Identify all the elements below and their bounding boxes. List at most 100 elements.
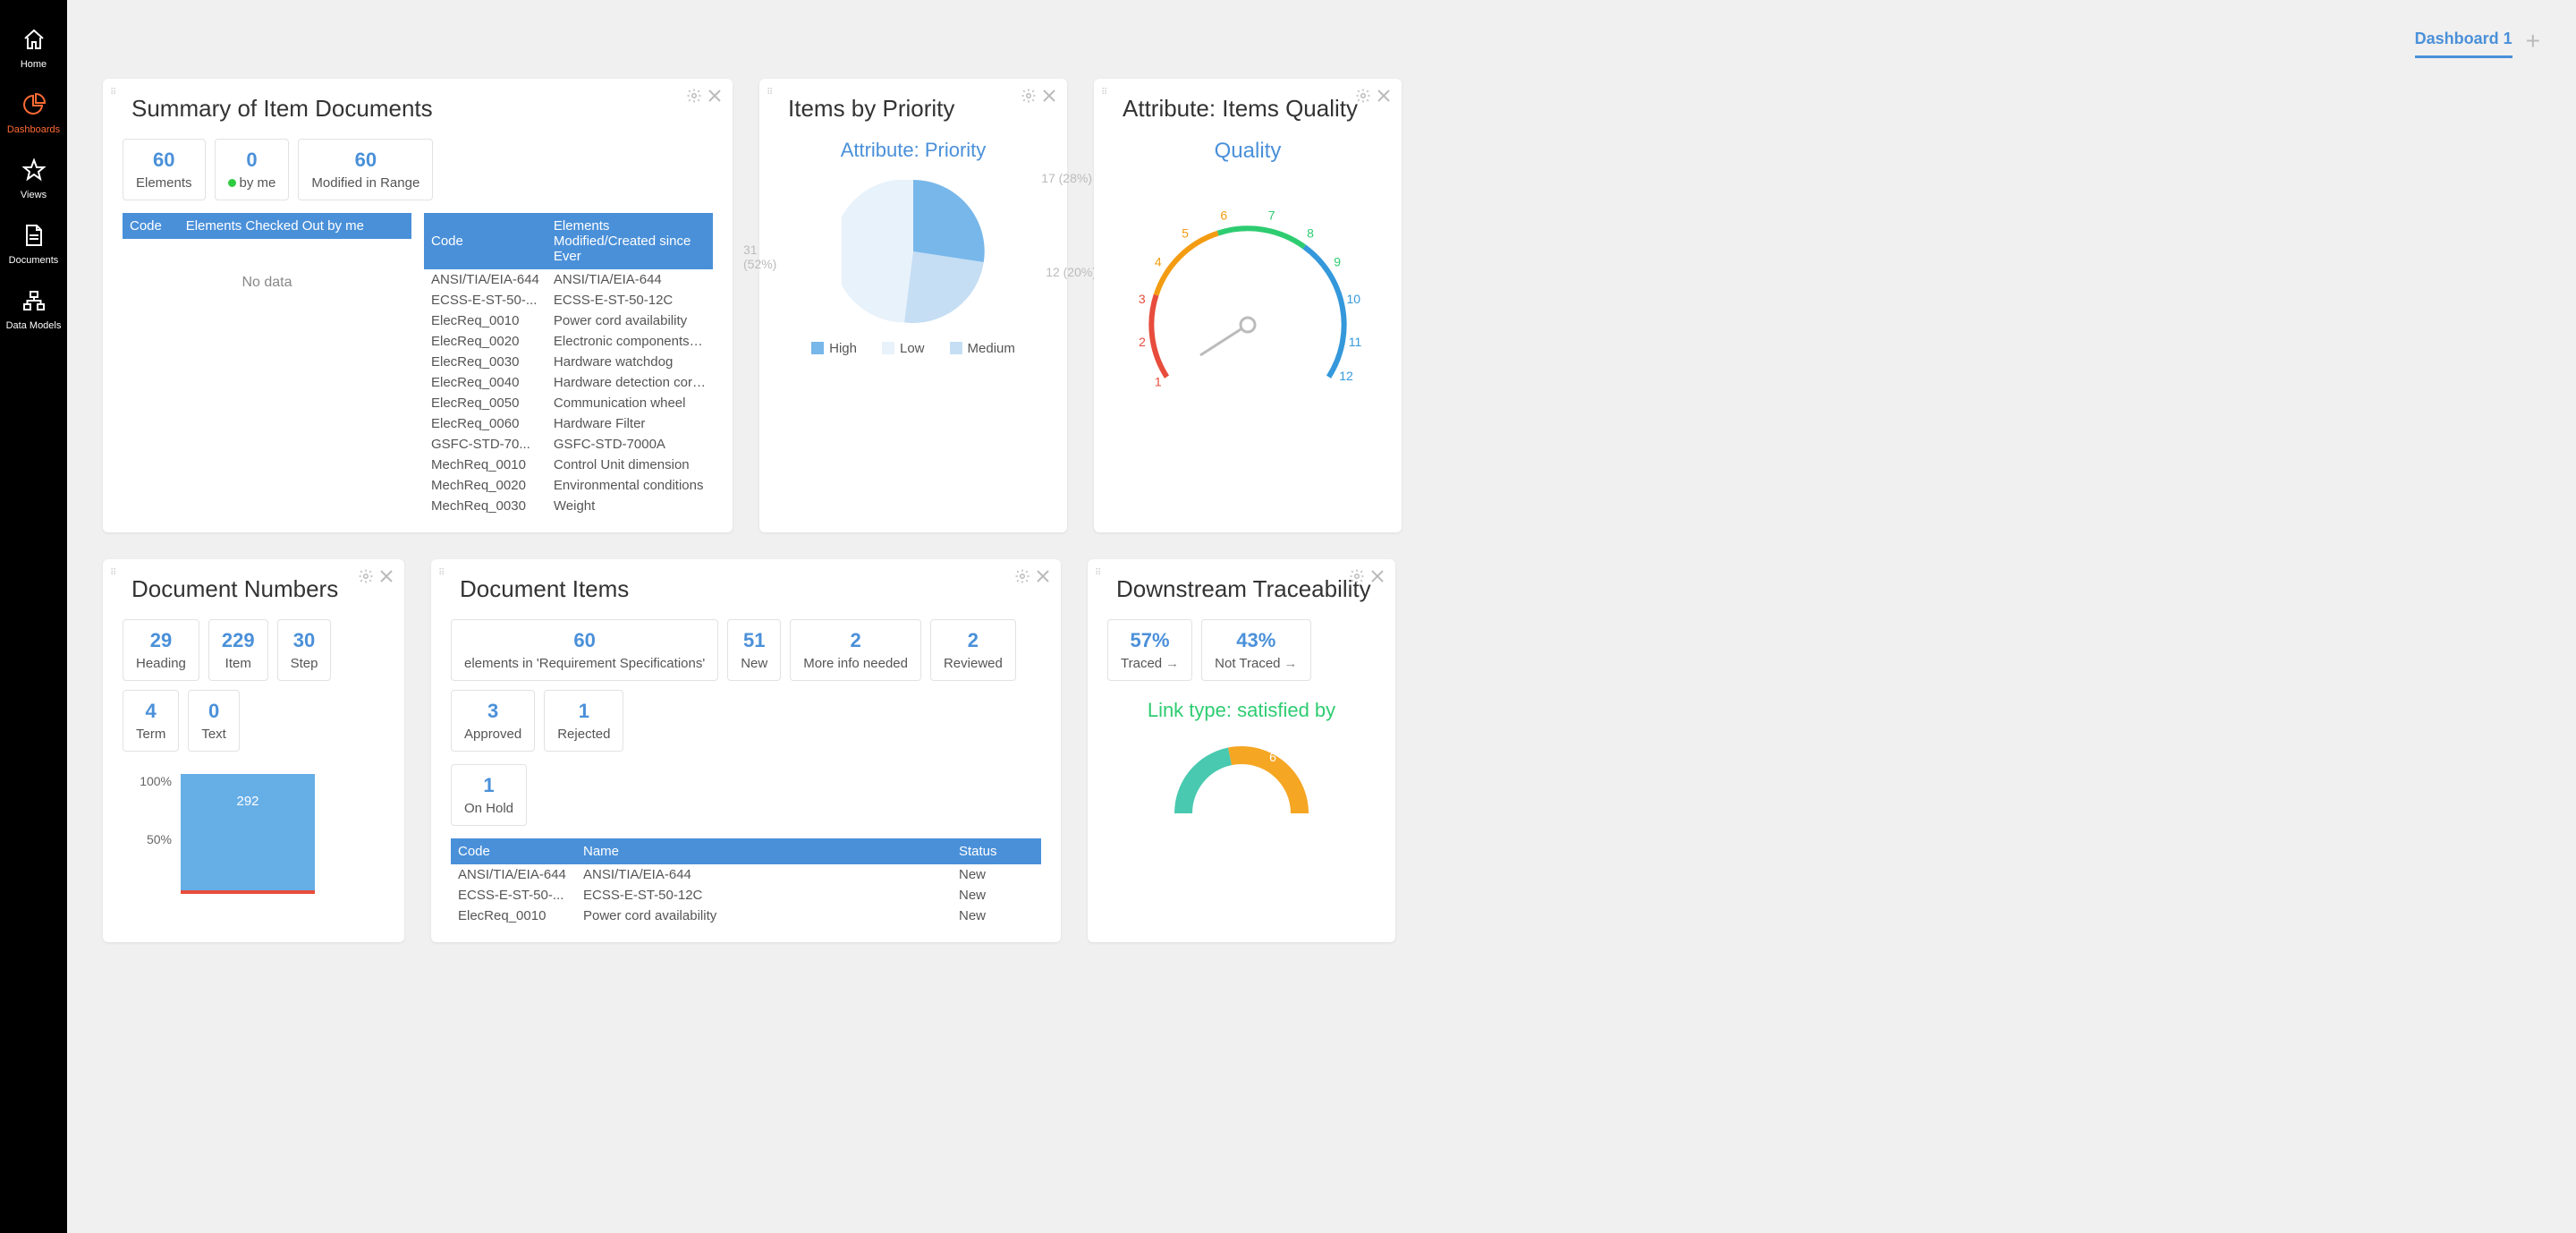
quality-gauge: 1 2 3 4 5 6 7 8 9 10 11 12 13 (1114, 173, 1382, 396)
card-quality: ⠿ Attribute: Items Quality Quality (1094, 79, 1402, 532)
arrow-right-icon: → (1284, 656, 1298, 671)
add-tab-button[interactable]: + (2526, 27, 2540, 61)
stat-box[interactable]: 30Step (277, 619, 332, 681)
gear-icon[interactable] (686, 88, 702, 104)
table-row[interactable]: ElecReq_0040Hardware detection corrupted… (424, 372, 713, 393)
card-title: Summary of Item Documents (123, 95, 713, 123)
svg-text:1: 1 (1155, 375, 1162, 389)
gear-icon[interactable] (1349, 568, 1365, 584)
stat-box[interactable]: 1Rejected (544, 690, 623, 752)
drag-handle-icon[interactable]: ⠿ (767, 88, 774, 98)
stat-box[interactable]: 4Term (123, 690, 179, 752)
donut-title: Link type: satisfied by (1107, 699, 1376, 722)
docnum-bar-chart: 100% 50% 292 (123, 774, 385, 890)
drag-handle-icon[interactable]: ⠿ (1101, 88, 1108, 98)
close-icon[interactable] (708, 89, 722, 103)
close-icon[interactable] (379, 569, 394, 583)
svg-text:4: 4 (1155, 255, 1162, 269)
table-row[interactable]: ECSS-E-ST-50-...ECSS-E-ST-50-12C (424, 290, 713, 310)
card-document-items: ⠿ Document Items 60elements in 'Requirem… (431, 559, 1061, 942)
stat-box[interactable]: 229Item (208, 619, 268, 681)
stat-box[interactable]: 3Approved (451, 690, 535, 752)
svg-text:12: 12 (1339, 369, 1353, 383)
sidebar-item-data-models[interactable]: Data Models (0, 275, 67, 340)
svg-text:9: 9 (1334, 255, 1341, 269)
close-icon[interactable] (1036, 569, 1050, 583)
sidebar-item-label: Views (21, 190, 47, 200)
card-document-numbers: ⠿ Document Numbers 29Heading229Item30Ste… (103, 559, 404, 942)
table-row[interactable]: MechReq_0020Environmental conditions (424, 475, 713, 496)
stat-box[interactable]: 0Text (188, 690, 240, 752)
stat-box[interactable]: 60elements in 'Requirement Specification… (451, 619, 718, 681)
no-data-message: No data (123, 239, 411, 327)
star-icon (22, 157, 46, 183)
sidebar-item-dashboards[interactable]: Dashboards (0, 79, 67, 144)
drag-handle-icon[interactable]: ⠿ (110, 568, 117, 578)
sidebar-item-label: Home (21, 59, 47, 70)
main-content: Dashboard 1 + ⠿ Summary of Item Document… (67, 0, 2576, 1233)
close-icon[interactable] (1377, 89, 1391, 103)
svg-text:3: 3 (1139, 292, 1146, 306)
priority-pie-chart: 17 (28%) 12 (20%) 31 (52%) (779, 180, 1047, 323)
gear-icon[interactable] (1021, 88, 1037, 104)
drag-handle-icon[interactable]: ⠿ (438, 568, 445, 578)
dashboard-tabs: Dashboard 1 + (103, 18, 2540, 61)
stat-box[interactable]: 51New (727, 619, 781, 681)
model-icon (22, 288, 46, 313)
close-icon[interactable] (1370, 569, 1385, 583)
table-row[interactable]: ElecReq_0010Power cord availabilityNew (451, 906, 1041, 926)
stat-box[interactable]: 2More info needed (790, 619, 921, 681)
svg-text:6: 6 (1220, 208, 1227, 223)
sidebar-item-views[interactable]: Views (0, 144, 67, 209)
table-row[interactable]: ElecReq_0010Power cord availability (424, 310, 713, 331)
table-row[interactable]: GSFC-STD-70...GSFC-STD-7000A (424, 434, 713, 455)
arrow-right-icon: → (1165, 656, 1179, 671)
table-row[interactable]: ElecReq_0050Communication wheel (424, 393, 713, 413)
home-icon (22, 27, 46, 52)
sidebar-item-home[interactable]: Home (0, 13, 67, 79)
svg-text:11: 11 (1349, 335, 1362, 349)
sidebar-item-label: Dashboards (7, 124, 60, 135)
card-title: Document Items (451, 575, 1041, 603)
gear-icon[interactable] (358, 568, 374, 584)
svg-text:5: 5 (1182, 226, 1189, 241)
stat-box[interactable]: 1On Hold (451, 764, 527, 826)
stat-box[interactable]: 29Heading (123, 619, 199, 681)
legend-item: High (811, 341, 857, 356)
svg-text:7: 7 (1268, 208, 1275, 223)
table-row[interactable]: ANSI/TIA/EIA-644ANSI/TIA/EIA-644New (451, 864, 1041, 885)
table-row[interactable]: ElecReq_0030Hardware watchdog (424, 352, 713, 372)
table-row[interactable]: MechReq_0030Weight (424, 496, 713, 516)
gear-icon[interactable] (1355, 88, 1371, 104)
stat-box[interactable]: 2Reviewed (930, 619, 1016, 681)
stat-elements[interactable]: 60 Elements (123, 139, 206, 200)
pie-icon (22, 92, 46, 117)
table-row[interactable]: ANSI/TIA/EIA-644ANSI/TIA/EIA-644 (424, 269, 713, 290)
svg-text:2: 2 (1139, 335, 1146, 349)
stat-modified[interactable]: 60 Modified in Range (298, 139, 433, 200)
sidebar-item-label: Data Models (6, 320, 62, 331)
card-title: Items by Priority (779, 95, 1047, 123)
sidebar: Home Dashboards Views Documents Data Mod… (0, 0, 67, 1233)
gauge-label: Quality (1114, 139, 1382, 164)
svg-text:6: 6 (1269, 750, 1276, 764)
table-row[interactable]: ECSS-E-ST-50-...ECSS-E-ST-50-12CNew (451, 885, 1041, 906)
gear-icon[interactable] (1014, 568, 1030, 584)
sidebar-item-documents[interactable]: Documents (0, 209, 67, 275)
drag-handle-icon[interactable]: ⠿ (110, 88, 117, 98)
close-icon[interactable] (1042, 89, 1056, 103)
table-row[interactable]: ElecReq_0060Hardware Filter (424, 413, 713, 434)
tab-dashboard-1[interactable]: Dashboard 1 (2415, 30, 2512, 58)
stat-by-me[interactable]: 0 by me (215, 139, 290, 200)
stat-traced[interactable]: 57% Traced→ (1107, 619, 1192, 681)
table-row[interactable]: MechReq_0010Control Unit dimension (424, 455, 713, 475)
traceability-donut: 6 (1107, 733, 1376, 831)
card-priority: ⠿ Items by Priority Attribute: Priority (759, 79, 1067, 532)
table-row[interactable]: ElecReq_0020Electronic components temper… (424, 331, 713, 352)
chart-legend: High Low Medium (779, 341, 1047, 356)
stat-not-traced[interactable]: 43% Not Traced→ (1201, 619, 1310, 681)
card-title: Attribute: Items Quality (1114, 95, 1382, 123)
drag-handle-icon[interactable]: ⠿ (1095, 568, 1102, 578)
table-checked-out: Code Elements Checked Out by me (123, 213, 411, 239)
card-traceability: ⠿ Downstream Traceability 57% Traced→ 43… (1088, 559, 1395, 942)
